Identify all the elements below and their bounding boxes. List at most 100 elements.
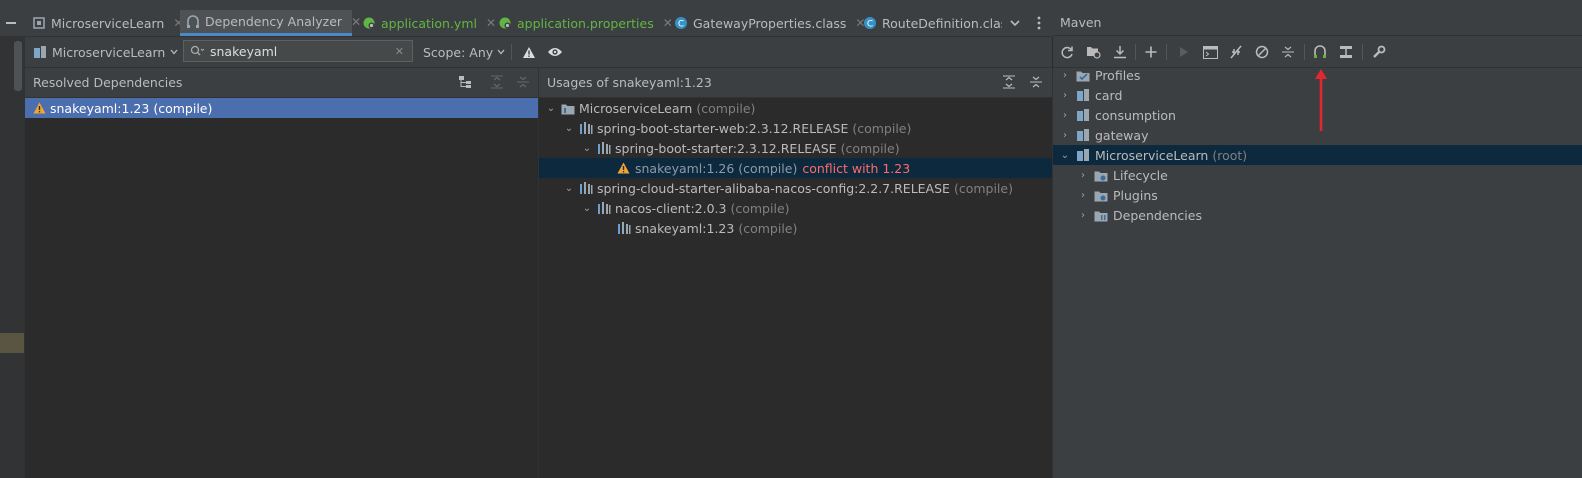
usage-scope: (compile): [738, 220, 798, 236]
usage-label: spring-boot-starter-web:2.3.12.RELEASE: [597, 120, 849, 136]
chevron-right-icon[interactable]: ›: [1059, 90, 1071, 101]
maven-tree-label: Dependencies: [1113, 207, 1202, 223]
more-options-button[interactable]: [1030, 13, 1048, 33]
maven-tree-item-root[interactable]: ⌄ MicroserviceLearn (root): [1053, 145, 1582, 165]
chevron-down-icon: [1010, 19, 1020, 27]
chevron-down-icon: [170, 49, 178, 55]
warning-icon: [617, 162, 630, 174]
usage-label: MicroserviceLearn: [579, 100, 693, 116]
usage-label: spring-cloud-starter-alibaba-nacos-confi…: [597, 180, 950, 196]
toolbar-separator: [1304, 44, 1305, 60]
maven-tool-window: Maven › Profiles › card › consumption › …: [1053, 10, 1582, 478]
reload-button[interactable]: [1057, 42, 1077, 62]
collapse-all-button[interactable]: [1278, 42, 1298, 62]
chevron-down-icon[interactable]: ⌄: [581, 203, 593, 214]
maven-tree-label: consumption: [1095, 107, 1176, 123]
minimize-button[interactable]: [0, 10, 22, 36]
usage-tree-row[interactable]: ⌄ spring-boot-starter:2.3.12.RELEASE (co…: [539, 138, 1052, 158]
search-icon: [190, 45, 204, 57]
maven-tree-item[interactable]: › Dependencies: [1053, 205, 1582, 225]
toolbar-separator: [1362, 44, 1363, 60]
tab-application-yml[interactable]: application.yml ✕: [356, 10, 502, 36]
tab-label: application.properties: [517, 15, 654, 31]
tab-gatewayproperties-class[interactable]: C GatewayProperties.class ✕: [668, 10, 871, 36]
chevron-right-icon[interactable]: ›: [1077, 190, 1089, 201]
usage-tree-row[interactable]: ⌄ MicroserviceLearn (compile): [539, 98, 1052, 118]
maven-tree-item[interactable]: › Lifecycle: [1053, 165, 1582, 185]
maven-toolbar: [1053, 37, 1582, 68]
tab-list-dropdown[interactable]: [1006, 13, 1024, 33]
skip-tests-button[interactable]: [1252, 42, 1272, 62]
chevron-down-icon[interactable]: ⌄: [1059, 150, 1071, 161]
show-size-toggle[interactable]: [545, 42, 565, 62]
expand-all-button[interactable]: [487, 72, 507, 92]
toggle-offline-button[interactable]: [1226, 42, 1246, 62]
usage-label: nacos-client:2.0.3: [615, 200, 727, 216]
tab-label: application.yml: [381, 15, 477, 31]
maven-tree-item[interactable]: › card: [1053, 85, 1582, 105]
chevron-down-icon: [497, 49, 505, 55]
chevron-down-icon[interactable]: ⌄: [563, 123, 575, 134]
collapse-all-button[interactable]: [1026, 72, 1046, 92]
run-button[interactable]: [1174, 42, 1194, 62]
generate-sources-button[interactable]: [1083, 42, 1103, 62]
svg-text:C: C: [678, 20, 684, 30]
dependency-name: snakeyaml:1.23: [50, 100, 150, 116]
reload-icon: [1060, 45, 1074, 59]
resolved-dependencies-pane: Resolved Dependencies snakeyaml:1.23 (co…: [25, 68, 539, 478]
tab-routedefinition-class[interactable]: C RouteDefinition.class: [857, 10, 1002, 36]
analyzer-toolbar: MicroserviceLearn snakeyaml ✕ Scope: Any: [25, 37, 1052, 68]
group-by-button[interactable]: [455, 72, 475, 92]
execute-goal-button[interactable]: [1200, 42, 1220, 62]
module-selector[interactable]: MicroserviceLearn: [33, 42, 178, 62]
chevron-right-icon[interactable]: ›: [1077, 170, 1089, 181]
scope-selector[interactable]: Scope: Any: [423, 42, 505, 62]
chevron-down-icon[interactable]: ⌄: [545, 103, 557, 114]
download-icon: [1113, 45, 1127, 59]
conflict-label: conflict with 1.23: [802, 160, 911, 176]
expand-all-button[interactable]: [999, 72, 1019, 92]
search-input[interactable]: snakeyaml ✕: [183, 40, 413, 62]
usage-scope: (compile): [696, 100, 756, 116]
chevron-down-icon[interactable]: ⌄: [563, 183, 575, 194]
show-diagram-button[interactable]: [1336, 42, 1356, 62]
collapse-all-button[interactable]: [513, 72, 533, 92]
maven-tree-label: Plugins: [1113, 187, 1158, 203]
tab-application-properties[interactable]: application.properties ✕: [492, 10, 679, 36]
tab-dependency-analyzer[interactable]: Dependency Analyzer ✕: [180, 10, 361, 36]
usage-tree-row[interactable]: snakeyaml:1.23 (compile): [539, 218, 1052, 238]
resolved-dependency-item[interactable]: snakeyaml:1.23 (compile): [25, 98, 538, 118]
show-conflicts-toggle[interactable]: [519, 42, 539, 62]
maven-settings-button[interactable]: [1369, 42, 1389, 62]
plus-icon: [1145, 46, 1157, 58]
clear-search-icon[interactable]: ✕: [395, 45, 404, 58]
usage-tree-row-conflict[interactable]: snakeyaml:1.26 (compile) conflict with 1…: [539, 158, 1052, 178]
tab-microservicelearn[interactable]: MicroserviceLearn ✕: [26, 10, 189, 36]
usage-tree-row[interactable]: ⌄ spring-boot-starter-web:2.3.12.RELEASE…: [539, 118, 1052, 138]
usage-tree-row[interactable]: ⌄ nacos-client:2.0.3 (compile): [539, 198, 1052, 218]
collapse-all-icon: [1281, 45, 1295, 59]
dependency-analyzer-icon: [186, 14, 200, 29]
tab-label: Dependency Analyzer: [205, 14, 343, 29]
maven-tree-label: card: [1095, 87, 1123, 103]
maven-tree-item[interactable]: › consumption: [1053, 105, 1582, 125]
chevron-right-icon[interactable]: ›: [1077, 210, 1089, 221]
maven-title-bar: Maven: [1053, 10, 1582, 36]
usage-tree-row[interactable]: ⌄ spring-cloud-starter-alibaba-nacos-con…: [539, 178, 1052, 198]
chevron-right-icon[interactable]: ›: [1059, 130, 1071, 141]
show-dependencies-button[interactable]: [1310, 42, 1330, 62]
maven-tree-item[interactable]: › Profiles: [1053, 65, 1582, 85]
maven-module-icon: [561, 102, 575, 115]
maven-tree-item[interactable]: › gateway: [1053, 125, 1582, 145]
chevron-down-icon[interactable]: ⌄: [581, 143, 593, 154]
add-project-button[interactable]: [1141, 42, 1161, 62]
maven-tree-item[interactable]: › Plugins: [1053, 185, 1582, 205]
dependencies-icon: [1094, 209, 1108, 222]
chevron-right-icon[interactable]: ›: [1059, 110, 1071, 121]
scrollbar-thumb[interactable]: [14, 41, 22, 91]
svg-text:C: C: [867, 20, 873, 30]
library-icon: [579, 182, 593, 194]
maven-module-icon: [1076, 148, 1090, 162]
download-sources-button[interactable]: [1110, 42, 1130, 62]
chevron-right-icon[interactable]: ›: [1059, 70, 1071, 81]
